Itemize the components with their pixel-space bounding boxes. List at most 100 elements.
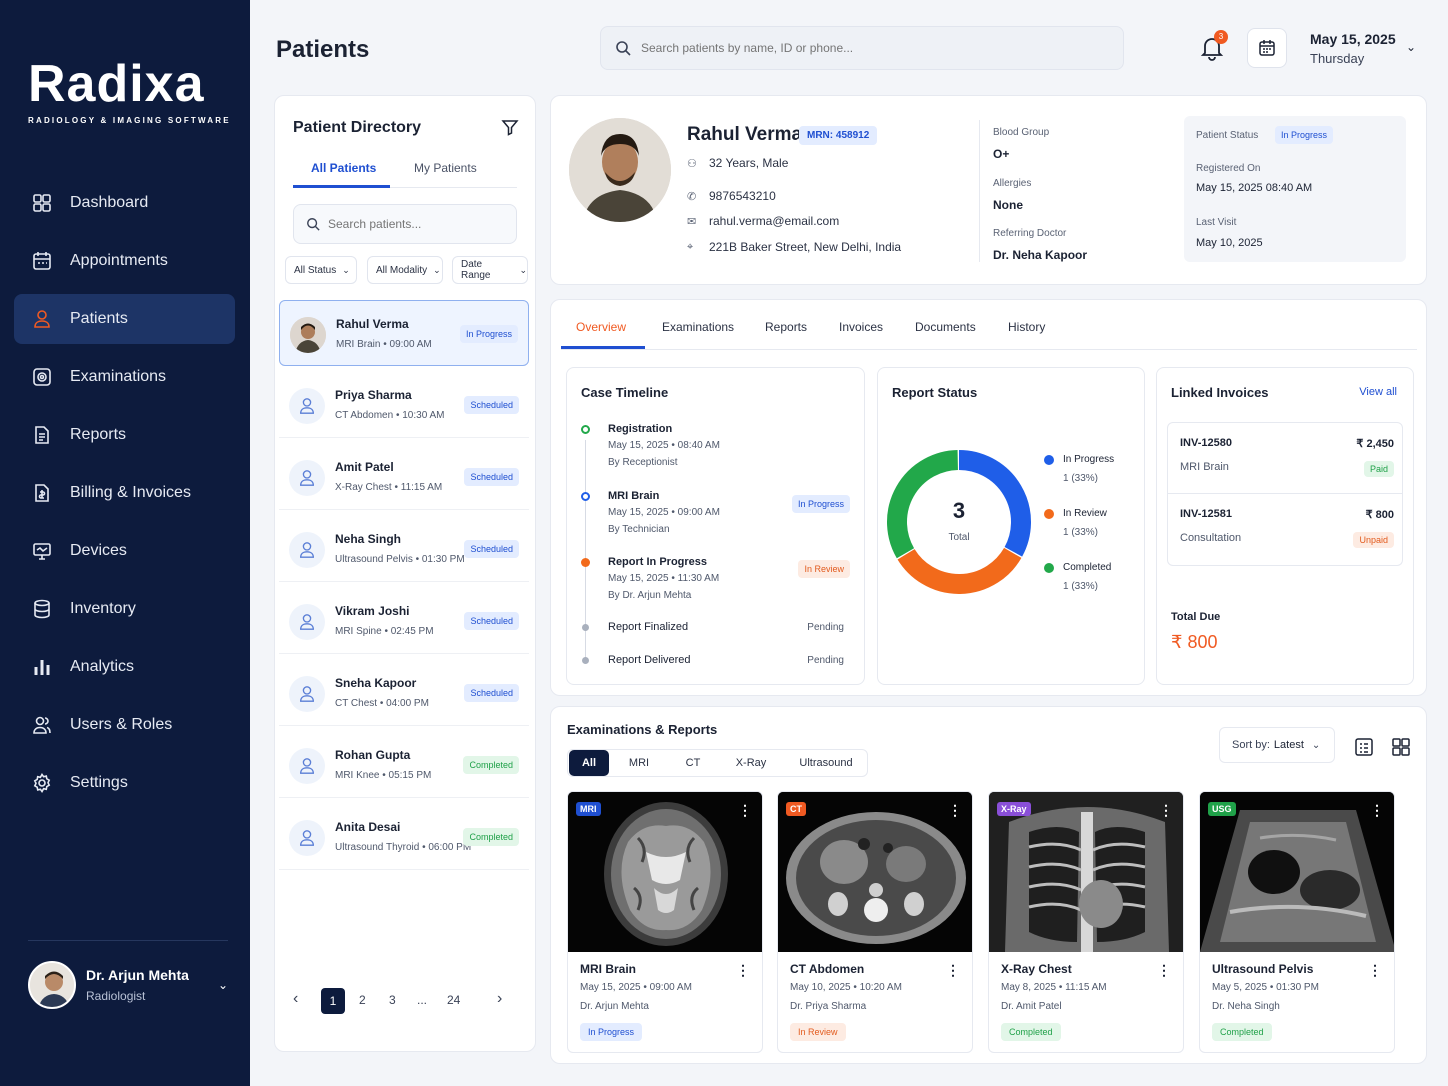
sidebar-item-dashboard[interactable]: Dashboard	[14, 178, 235, 228]
more-vertical-icon[interactable]: ⋮	[946, 962, 960, 979]
page-1[interactable]: 1	[321, 988, 345, 1014]
tab-reports[interactable]: Reports	[765, 320, 807, 334]
scan-image[interactable]	[989, 792, 1183, 952]
chip-ultrasound[interactable]: Ultrasound	[788, 750, 864, 776]
list-item[interactable]: Anita Desai Ultrasound Thyroid • 06:00 PM…	[279, 804, 529, 870]
list-item[interactable]: Amit Patel X-Ray Chest • 11:15 AM Schedule…	[279, 444, 529, 510]
event-date: May 15, 2025	[608, 573, 669, 584]
calendar-button[interactable]	[1247, 28, 1287, 68]
next-page-button[interactable]: ›	[497, 990, 502, 1008]
chevron-down-icon[interactable]: ⌄	[1406, 40, 1416, 54]
more-vertical-icon[interactable]: ⋮	[1370, 802, 1384, 819]
exam-time: 02:45 PM	[390, 626, 434, 637]
event-by: By Dr. Arjun Mehta	[608, 590, 692, 601]
event-datetime: May 15, 2025 • 08:40 AM	[608, 440, 720, 451]
user-icon	[289, 604, 325, 640]
more-vertical-icon[interactable]: ⋮	[1368, 962, 1382, 979]
sidebar-item-reports[interactable]: Reports	[14, 410, 235, 460]
sort-dropdown[interactable]: Sort by: Latest ⌄	[1219, 727, 1335, 763]
tab-invoices[interactable]: Invoices	[839, 320, 883, 334]
event-time: 11:30 AM	[677, 573, 720, 584]
email: rahul.verma@email.com	[709, 214, 840, 228]
allergies-label: Allergies	[993, 178, 1032, 189]
modality-filter[interactable]: All Modality ⌄	[367, 256, 443, 284]
page-24[interactable]: 24	[447, 993, 460, 1007]
blood-group-label: Blood Group	[993, 127, 1050, 138]
grid-view-icon[interactable]	[1391, 737, 1411, 757]
sidebar-item-inventory[interactable]: Inventory	[14, 584, 235, 634]
global-search[interactable]	[600, 26, 1124, 70]
dashboard-icon	[32, 193, 52, 213]
scan-image[interactable]	[778, 792, 972, 952]
global-search-input[interactable]	[641, 41, 1081, 55]
sidebar-item-analytics[interactable]: Analytics	[14, 642, 235, 692]
page-3[interactable]: 3	[389, 993, 396, 1007]
scan-image[interactable]	[1200, 792, 1394, 952]
invoice-row[interactable]: INV-12581 ₹ 800 Consultation Unpaid	[1167, 494, 1403, 566]
exam-card[interactable]: X-Ray ⋮ X-Ray Chest ⋮ May 8, 2025 • 11:15 AM…	[988, 791, 1184, 1053]
tab-all-patients[interactable]: All Patients	[311, 161, 376, 175]
tab-history[interactable]: History	[1008, 320, 1045, 334]
chip-ct[interactable]: CT	[672, 750, 714, 776]
sidebar-item-label: Inventory	[70, 600, 136, 617]
bar-chart-icon	[32, 657, 52, 677]
more-vertical-icon[interactable]: ⋮	[738, 802, 752, 819]
logo-wordmark: Radixa	[28, 55, 205, 113]
list-item[interactable]: Neha Singh Ultrasound Pelvis • 01:30 PM Sc…	[279, 516, 529, 582]
more-vertical-icon[interactable]: ⋮	[736, 962, 750, 979]
list-item[interactable]: Priya Sharma CT Abdomen • 10:30 AM Schedul…	[279, 372, 529, 438]
directory-search[interactable]	[293, 204, 517, 244]
tab-overview[interactable]: Overview	[576, 320, 626, 334]
event-name: Report Delivered	[608, 654, 691, 666]
sidebar-item-patients[interactable]: Patients	[14, 294, 235, 344]
chip-all[interactable]: All	[569, 750, 609, 776]
mail-icon: ✉	[687, 215, 697, 228]
more-vertical-icon[interactable]: ⋮	[948, 802, 962, 819]
patient-name: Vikram Joshi	[335, 604, 410, 618]
scan-image[interactable]	[568, 792, 762, 952]
sidebar-item-users-roles[interactable]: Users & Roles	[14, 700, 235, 750]
date-range-filter[interactable]: Date Range ⌄	[452, 256, 528, 284]
user-icon	[289, 676, 325, 712]
list-item[interactable]: Rohan Gupta MRI Knee • 05:15 PM Completed	[279, 732, 529, 798]
phone-row: ✆ 9876543210	[687, 189, 776, 203]
patient-name: Anita Desai	[335, 820, 401, 834]
more-vertical-icon[interactable]: ⋮	[1159, 802, 1173, 819]
chip-xray[interactable]: X-Ray	[726, 750, 776, 776]
brand-logo[interactable]: Radixa RADIOLOGY & IMAGING SOFTWARE	[28, 58, 231, 125]
exam-card[interactable]: USG ⋮ Ultrasound Pelvis ⋮ May 5, 2025 • 01:3…	[1199, 791, 1395, 1053]
list-view-icon[interactable]	[1354, 737, 1374, 757]
chevron-down-icon: ⌄	[1311, 739, 1321, 751]
status-filter[interactable]: All Status ⌄	[285, 256, 357, 284]
sidebar-item-label: Analytics	[70, 658, 135, 675]
list-item[interactable]: Rahul Verma MRI Brain • 09:00 AM In Progre…	[279, 300, 529, 366]
invoice-row[interactable]: INV-12580 ₹ 2,450 MRI Brain Paid	[1167, 422, 1403, 494]
patient-photo	[569, 118, 671, 222]
sidebar-item-appointments[interactable]: Appointments	[14, 236, 235, 286]
more-vertical-icon[interactable]: ⋮	[1157, 962, 1171, 979]
tab-documents[interactable]: Documents	[915, 320, 976, 334]
donut-total: 3	[952, 498, 966, 523]
chevron-down-icon[interactable]: ⌄	[218, 978, 228, 992]
patient-status-label: Patient Status	[1196, 130, 1259, 141]
tab-examinations[interactable]: Examinations	[662, 320, 734, 334]
exam-card[interactable]: MRI ⋮ MRI Brain ⋮ May 15, 2025 • 09:00 AM Dr.…	[567, 791, 763, 1053]
registered-value: May 15, 2025 08:40 AM	[1196, 182, 1313, 194]
view-all-link[interactable]: View all	[1359, 386, 1397, 398]
sidebar-item-devices[interactable]: Devices	[14, 526, 235, 576]
list-item[interactable]: Vikram Joshi MRI Spine • 02:45 PM Schedule…	[279, 588, 529, 654]
directory-search-input[interactable]	[328, 217, 498, 231]
sidebar-item-settings[interactable]: Settings	[14, 758, 235, 808]
exam-doctor: Dr. Neha Singh	[1212, 1001, 1280, 1012]
page-2[interactable]: 2	[359, 993, 366, 1007]
user-menu[interactable]: Dr. Arjun Mehta Radiologist ⌄	[28, 940, 228, 1009]
timeline-title: Case Timeline	[581, 385, 669, 400]
exam-card[interactable]: CT ⋮ CT Abdomen ⋮ May 10, 2025 • 10:20 AM Dr.…	[777, 791, 973, 1053]
sidebar-item-examinations[interactable]: Examinations	[14, 352, 235, 402]
sidebar-item-billing-invoices[interactable]: Billing & Invoices	[14, 468, 235, 518]
filter-icon[interactable]	[501, 118, 519, 136]
tab-my-patients[interactable]: My Patients	[414, 161, 477, 175]
chip-mri[interactable]: MRI	[618, 750, 660, 776]
prev-page-button[interactable]: ‹	[293, 990, 298, 1008]
list-item[interactable]: Sneha Kapoor CT Chest • 04:00 PM Scheduled	[279, 660, 529, 726]
